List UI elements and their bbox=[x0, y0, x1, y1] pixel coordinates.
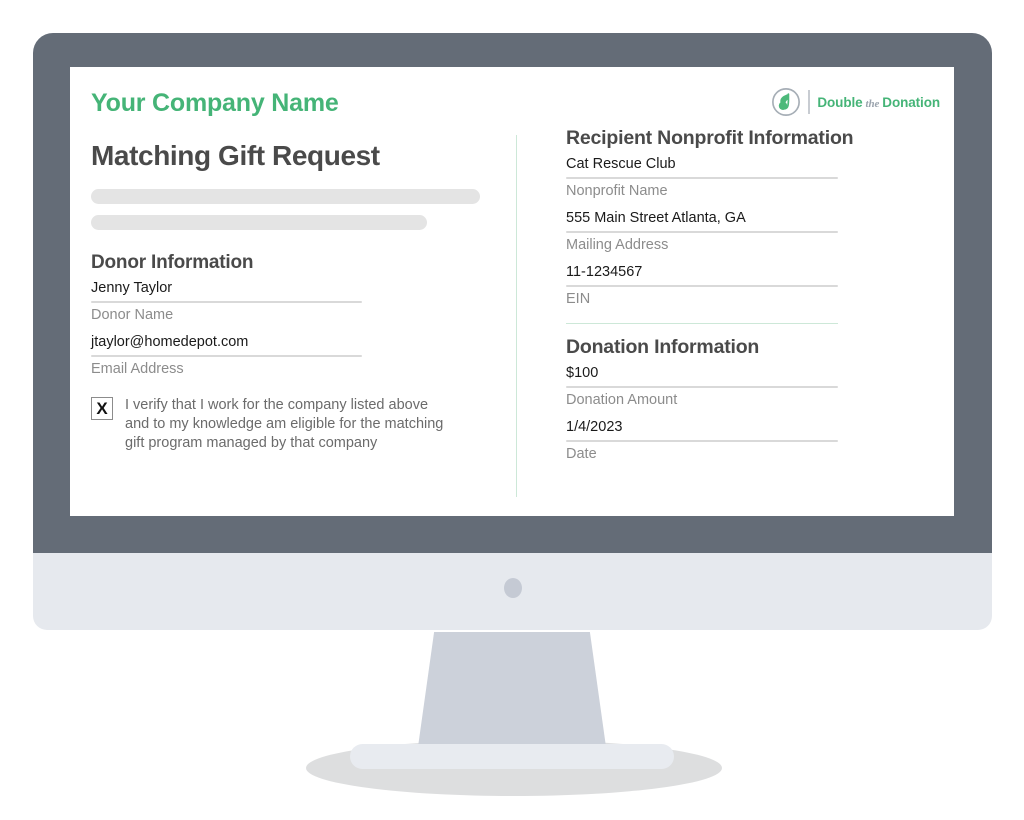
verification-checkbox[interactable]: X bbox=[91, 396, 113, 420]
placeholder-text-bar-2 bbox=[91, 214, 427, 230]
field-donation-amount[interactable]: $100 Donation Amount bbox=[566, 364, 926, 410]
field-ein-value: 11-1234567 bbox=[566, 263, 643, 280]
field-donation-amount-value: $100 bbox=[566, 364, 599, 381]
double-the-donation-logo: Double the Donation bbox=[771, 87, 940, 117]
field-ein-label: EIN bbox=[566, 291, 591, 308]
section-divider bbox=[566, 322, 838, 324]
field-donation-date-label: Date bbox=[566, 446, 597, 462]
page-title-company-name: Your Company Name bbox=[91, 89, 339, 117]
monitor-screen: Your Company Name Double the Donation Ma… bbox=[70, 67, 954, 516]
field-mailing-address-label: Mailing Address bbox=[566, 237, 669, 254]
donation-information-heading: Donation Information bbox=[566, 335, 760, 358]
logo-word-the: the bbox=[865, 97, 880, 110]
field-donor-email[interactable]: jtaylor@homedepot.com Email Address bbox=[91, 333, 501, 379]
field-mailing-address[interactable]: 555 Main Street Atlanta, GA Mailing Addr… bbox=[566, 209, 926, 255]
placeholder-text-bar-1 bbox=[91, 188, 480, 204]
field-donor-name-label: Donor Name bbox=[91, 306, 174, 323]
field-donation-date[interactable]: 1/4/2023 Date bbox=[566, 418, 926, 464]
left-column: Matching Gift Request Donor Information … bbox=[91, 140, 501, 453]
monitor-indicator-dot bbox=[504, 578, 522, 598]
field-donation-amount-label: Donation Amount bbox=[566, 392, 678, 409]
field-donor-name-value: Jenny Taylor bbox=[91, 279, 173, 296]
logo-wordmark: Double the Donation bbox=[817, 95, 940, 110]
donor-information-heading: Donor Information bbox=[91, 251, 254, 273]
field-ein[interactable]: 11-1234567 EIN bbox=[566, 263, 926, 309]
field-donation-date-value: 1/4/2023 bbox=[566, 418, 623, 435]
field-donor-name[interactable]: Jenny Taylor Donor Name bbox=[91, 279, 501, 325]
monitor-stand-foot bbox=[350, 744, 674, 769]
column-divider bbox=[516, 135, 517, 497]
double-the-donation-leaf-icon bbox=[772, 88, 801, 116]
field-donor-email-label: Email Address bbox=[91, 360, 184, 377]
field-nonprofit-name[interactable]: Cat Rescue Club Nonprofit Name bbox=[566, 155, 926, 201]
logo-word-donation: Donation bbox=[882, 94, 940, 110]
verification-statement: I verify that I work for the company lis… bbox=[125, 396, 444, 451]
field-nonprofit-name-value: Cat Rescue Club bbox=[566, 156, 676, 172]
verification-row[interactable]: X I verify that I work for the company l… bbox=[91, 396, 501, 453]
field-nonprofit-name-label: Nonprofit Name bbox=[566, 183, 668, 200]
nonprofit-information-heading: Recipient Nonprofit Information bbox=[566, 127, 854, 149]
logo-word-double: Double bbox=[817, 94, 863, 110]
field-donor-email-value: jtaylor@homedepot.com bbox=[91, 333, 249, 350]
logo-divider bbox=[808, 90, 811, 114]
field-mailing-address-value: 555 Main Street Atlanta, GA bbox=[566, 209, 746, 226]
matching-gift-request-form: Your Company Name Double the Donation Ma… bbox=[70, 67, 954, 516]
monitor-stand-neck bbox=[417, 632, 607, 754]
document-title: Matching Gift Request bbox=[91, 140, 380, 171]
illustration-canvas: Your Company Name Double the Donation Ma… bbox=[0, 0, 1024, 820]
right-column: Recipient Nonprofit Information Cat Resc… bbox=[566, 127, 926, 472]
